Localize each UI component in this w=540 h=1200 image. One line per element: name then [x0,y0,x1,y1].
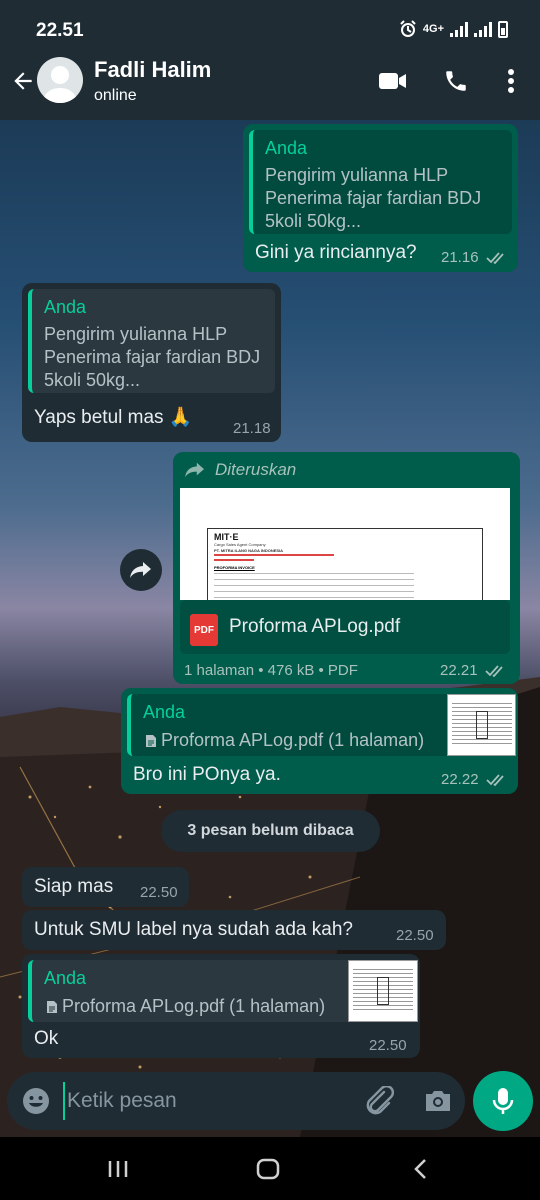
voice-call-button[interactable] [439,64,473,98]
preview-company2: PT. MITRA ILANG NAGA INDONESIA [214,548,284,553]
back-arrow-icon[interactable] [10,68,36,94]
contact-name[interactable]: Fadli Halim [94,57,211,83]
message-text: Gini ya rinciannya? [255,242,417,263]
document-icon [146,735,156,747]
message-text: Yaps betul mas 🙏 [34,407,193,428]
nav-back-button[interactable] [400,1153,440,1185]
double-check-icon [486,252,504,265]
signal-icon [450,21,468,37]
battery-icon [498,20,508,38]
forward-icon [185,462,204,478]
contact-status: online [94,87,137,104]
quoted-message[interactable]: Anda Pengirim yulianna HLP Penerima faja… [28,289,275,393]
phone-icon [446,71,466,91]
file-name: Proforma APLog.pdf [229,616,401,637]
network-type: 4G+ [422,23,444,35]
message-time: 22.21 [440,662,478,679]
message-bubble-incoming[interactable]: Siap mas 22.50 [22,867,189,907]
quote-thumbnail [447,694,516,756]
more-vert-icon [508,69,514,93]
quote-text: Pengirim yulianna HLP Penerima fajar far… [265,165,482,231]
status-bar: 22.51 4G+ [0,0,540,44]
quoted-message[interactable]: Anda Proforma APLog.pdf (1 halaman) [127,694,516,756]
nav-back-icon [414,1159,426,1179]
recents-icon [108,1161,128,1177]
preview-brand: MIT·E [214,532,239,542]
document-icon [47,1001,57,1013]
mic-icon [492,1088,514,1114]
message-bubble-incoming[interactable]: Anda Pengirim yulianna HLP Penerima faja… [22,283,281,442]
quote-text: Proforma APLog.pdf (1 halaman) [62,996,326,1016]
unread-messages-divider: 3 pesan belum dibaca [161,810,380,852]
status-icons: 4G+ [399,20,508,38]
attach-icon[interactable] [363,1086,395,1116]
quote-author: Anda [44,968,87,988]
forwarded-label: Diteruskan [215,460,297,479]
video-call-button[interactable] [376,64,410,98]
message-text: Ok [34,1028,59,1049]
double-check-icon [486,774,504,787]
quote-text: Proforma APLog.pdf (1 halaman) [161,730,425,750]
pdf-icon: PDF [190,614,218,646]
message-bubble-incoming[interactable]: Anda Proforma APLog.pdf (1 halaman) Ok 2… [22,954,420,1058]
document-file-row[interactable]: PDF Proforma APLog.pdf [180,600,510,654]
message-time: 21.18 [233,420,271,437]
signal-icon-2 [474,21,492,37]
message-text: Siap mas [34,876,114,897]
message-time: 22.50 [140,884,178,901]
double-check-icon [485,665,503,678]
message-time: 22.50 [369,1037,407,1054]
recents-button[interactable] [98,1153,138,1185]
status-time: 22.51 [36,20,84,41]
quoted-message[interactable]: Anda Pengirim yulianna HLP Penerima faja… [249,130,512,234]
quoted-message[interactable]: Anda Proforma APLog.pdf (1 halaman) [28,960,418,1022]
preview-title: PROFORMA INVOICE [214,565,255,570]
video-call-icon [379,73,406,89]
forward-button[interactable] [120,549,162,591]
message-bubble-incoming[interactable]: Untuk SMU label nya sudah ada kah? 22.50 [22,910,446,950]
document-preview[interactable]: MIT·E Cargo Sales Agent Company PT. MITR… [180,488,510,600]
preview-company: Cargo Sales Agent Company [214,542,266,547]
message-text: Untuk SMU label nya sudah ada kah? [34,919,353,940]
message-input-bar [7,1072,465,1130]
forward-icon [130,562,151,578]
message-text: Bro ini POnya ya. [133,764,281,785]
message-time: 21.16 [441,249,479,266]
more-options-button[interactable] [494,64,528,98]
message-bubble-outgoing[interactable]: Anda Proforma APLog.pdf (1 halaman) Bro … [121,688,518,794]
quote-thumbnail [348,960,418,1022]
message-bubble-forwarded-document[interactable]: Diteruskan MIT·E Cargo Sales Agent Compa… [173,452,520,684]
quote-author: Anda [44,297,87,317]
quote-text: Pengirim yulianna HLP Penerima fajar far… [44,324,261,390]
avatar[interactable] [37,57,83,103]
voice-record-button[interactable] [473,1071,533,1131]
quote-author: Anda [265,138,308,158]
chat-header: Fadli Halim online [0,44,540,120]
emoji-icon[interactable] [21,1086,51,1116]
message-bubble-outgoing[interactable]: Anda Pengirim yulianna HLP Penerima faja… [243,124,518,272]
home-button[interactable] [248,1153,288,1185]
system-nav-bar [0,1137,540,1200]
alarm-icon [400,20,416,37]
camera-icon[interactable] [423,1086,453,1116]
message-time: 22.22 [441,771,479,788]
quote-author: Anda [143,702,186,722]
home-icon [256,1158,280,1180]
message-input[interactable] [63,1082,353,1120]
message-time: 22.50 [396,927,434,944]
file-meta: 1 halaman • 476 kB • PDF [184,662,358,679]
